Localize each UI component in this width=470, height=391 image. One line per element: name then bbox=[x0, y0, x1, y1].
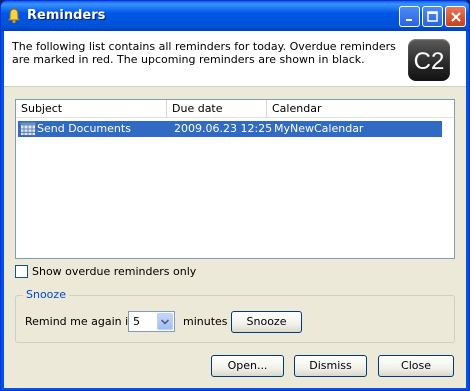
overdue-only-checkbox[interactable] bbox=[15, 265, 28, 278]
column-header-subject[interactable]: Subject bbox=[16, 100, 167, 118]
column-header-calendar[interactable]: Calendar bbox=[267, 100, 454, 118]
minimize-button[interactable] bbox=[399, 6, 420, 27]
app-logo: C2 bbox=[408, 39, 450, 81]
list-item[interactable]: Send Documents 2009.06.23 12:25 MyNewCal… bbox=[18, 121, 442, 137]
minutes-label: minutes bbox=[183, 315, 228, 328]
window-title: Reminders bbox=[27, 8, 106, 23]
reminder-due-date: 2009.06.23 12:25 bbox=[174, 122, 273, 135]
maximize-button[interactable] bbox=[422, 6, 443, 27]
reminder-subject: Send Documents bbox=[37, 122, 131, 135]
snooze-minutes-value: 5 bbox=[133, 315, 140, 328]
overdue-only-label: Show overdue reminders only bbox=[32, 265, 197, 278]
snooze-minutes-select[interactable]: 5 bbox=[128, 311, 175, 332]
header-area: The following list contains all reminder… bbox=[4, 31, 466, 87]
title-bar[interactable]: Reminders bbox=[1, 1, 469, 31]
reminder-calendar: MyNewCalendar bbox=[274, 122, 364, 135]
open-button[interactable]: Open... bbox=[211, 355, 284, 377]
snooze-group: Snooze Remind me again in 5 minutes Snoo… bbox=[15, 288, 455, 343]
snooze-button[interactable]: Snooze bbox=[231, 311, 302, 333]
description-text: The following list contains all reminder… bbox=[12, 40, 396, 66]
close-icon bbox=[450, 11, 461, 22]
column-header-due-date[interactable]: Due date bbox=[167, 100, 267, 118]
calendar-grid-icon bbox=[20, 122, 36, 136]
reminders-window: Reminders The following list contains al… bbox=[0, 0, 470, 391]
list-header: Subject Due date Calendar bbox=[16, 100, 454, 118]
bell-icon bbox=[7, 8, 21, 24]
remind-label: Remind me again in bbox=[25, 315, 136, 328]
dropdown-button[interactable] bbox=[157, 313, 173, 330]
close-button[interactable]: Close bbox=[378, 355, 454, 377]
snooze-group-title: Snooze bbox=[23, 288, 69, 301]
chevron-down-icon bbox=[161, 318, 169, 325]
reminder-list[interactable]: Subject Due date Calendar Send Documents… bbox=[15, 99, 455, 259]
minimize-icon bbox=[405, 18, 412, 21]
logo-text: C2 bbox=[414, 48, 445, 75]
dialog-body: The following list contains all reminder… bbox=[4, 31, 466, 388]
close-window-button[interactable] bbox=[445, 6, 466, 27]
maximize-icon bbox=[427, 11, 438, 22]
dismiss-button[interactable]: Dismiss bbox=[294, 355, 367, 377]
